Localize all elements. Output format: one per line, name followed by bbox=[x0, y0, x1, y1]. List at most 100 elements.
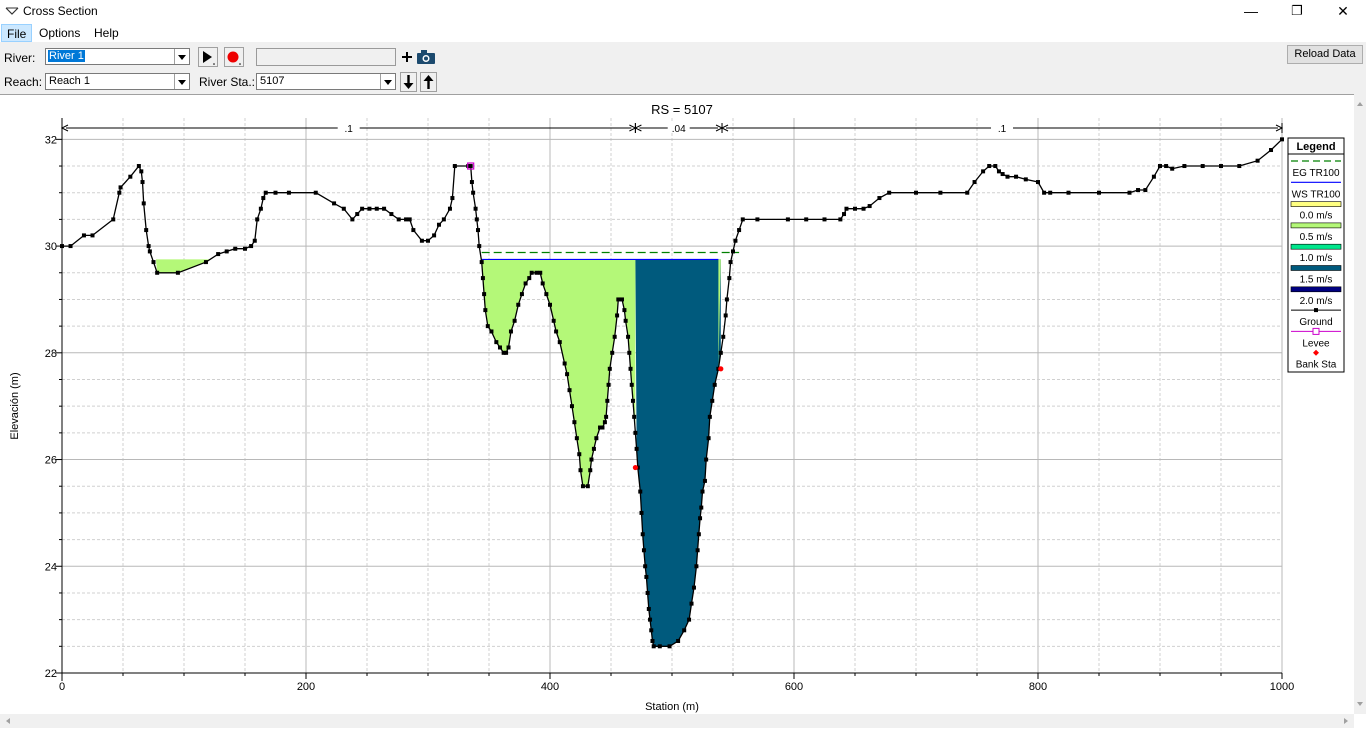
scroll-right-icon[interactable] bbox=[1344, 718, 1348, 724]
legend-swatch bbox=[1290, 286, 1342, 293]
ground-point bbox=[676, 638, 681, 643]
scroll-left-icon[interactable] bbox=[6, 718, 10, 724]
ground-point bbox=[667, 644, 672, 649]
ground-point bbox=[853, 206, 857, 211]
reach-select[interactable]: Reach 1 bbox=[45, 73, 190, 90]
record-button[interactable] bbox=[224, 47, 244, 67]
reload-data-button[interactable]: Reload Data bbox=[1287, 45, 1363, 64]
ground-point bbox=[529, 270, 534, 275]
ground-point bbox=[151, 260, 156, 265]
previous-station-button[interactable] bbox=[420, 72, 437, 92]
ground-point bbox=[252, 238, 257, 243]
ground-point bbox=[633, 430, 638, 435]
legend-label: 2.0 m/s bbox=[1300, 296, 1333, 307]
title-bar: Cross Section — ❐ ✕ bbox=[0, 0, 1366, 24]
menu-bar: File Options Help bbox=[0, 24, 1366, 42]
ground-point bbox=[1280, 137, 1284, 142]
add-camera-button[interactable] bbox=[401, 47, 437, 67]
legend-label: Ground bbox=[1299, 317, 1332, 328]
reach-label: Reach: bbox=[4, 75, 43, 89]
ground-point bbox=[482, 292, 487, 297]
ground-point bbox=[341, 206, 346, 211]
ground-point bbox=[544, 292, 549, 297]
ground-point bbox=[623, 318, 628, 323]
scroll-down-icon[interactable] bbox=[1357, 702, 1363, 706]
ground-point bbox=[650, 638, 655, 643]
ground-point bbox=[117, 190, 122, 195]
ground-point bbox=[728, 260, 733, 265]
ground-point bbox=[147, 249, 152, 254]
ground-point bbox=[118, 185, 123, 190]
ground-point bbox=[785, 217, 790, 222]
ground-point bbox=[355, 212, 360, 217]
river-station-select[interactable]: 5107 bbox=[256, 73, 396, 90]
add-camera-icon bbox=[402, 50, 435, 64]
ground-point bbox=[600, 425, 605, 430]
ground-point bbox=[512, 318, 517, 323]
ground-point bbox=[577, 452, 582, 457]
arrow-up-icon bbox=[423, 75, 434, 89]
chevron-down-icon[interactable] bbox=[174, 74, 189, 89]
ground-point bbox=[128, 174, 133, 179]
river-select[interactable]: River 1 bbox=[45, 48, 190, 65]
ground-point bbox=[1136, 188, 1141, 193]
ground-point bbox=[691, 585, 696, 590]
vertical-scrollbar[interactable] bbox=[1354, 94, 1366, 714]
scroll-up-icon[interactable] bbox=[1357, 102, 1363, 106]
minimize-button[interactable]: — bbox=[1228, 0, 1274, 24]
horizontal-scrollbar[interactable] bbox=[0, 714, 1354, 728]
legend-swatch bbox=[1290, 201, 1342, 207]
ground-point bbox=[60, 244, 64, 249]
profile-text-field[interactable] bbox=[256, 48, 396, 66]
ground-point bbox=[629, 382, 634, 387]
ground-point bbox=[616, 297, 621, 302]
chevron-down-icon[interactable] bbox=[380, 74, 395, 89]
ground-point bbox=[731, 249, 735, 254]
ground-point bbox=[707, 414, 712, 419]
chart-legend: Legend EG TR100 WS TR100 0.0 m/s 0.5 m/s 1.0 … bbox=[1287, 137, 1345, 373]
ground-point bbox=[702, 478, 707, 483]
ground-point bbox=[508, 329, 513, 334]
ground-point bbox=[1066, 190, 1071, 195]
ground-point bbox=[476, 228, 481, 233]
x-tick-label: 200 bbox=[297, 681, 315, 693]
ground-point bbox=[523, 281, 528, 286]
flow-area-fills bbox=[155, 259, 721, 647]
manning-n-label: .1 bbox=[345, 124, 354, 135]
ground-point bbox=[1182, 164, 1187, 169]
ground-point bbox=[822, 217, 827, 222]
ground-point bbox=[1151, 174, 1156, 179]
ground-point bbox=[699, 505, 704, 510]
ground-point bbox=[704, 457, 709, 462]
play-button[interactable] bbox=[198, 47, 218, 67]
menu-help[interactable]: Help bbox=[89, 24, 124, 42]
ground-point bbox=[249, 244, 254, 249]
ground-point bbox=[628, 366, 633, 371]
ground-point bbox=[867, 204, 872, 209]
ground-point bbox=[572, 420, 577, 425]
ground-point bbox=[497, 345, 502, 350]
ground-point bbox=[627, 350, 632, 355]
ground-point bbox=[90, 233, 95, 238]
ground-point bbox=[243, 246, 247, 251]
ground-point bbox=[203, 260, 208, 265]
ground-point bbox=[887, 190, 892, 195]
y-axis-title: Elevación (m) bbox=[9, 372, 21, 439]
menu-file[interactable]: File bbox=[1, 24, 33, 42]
ground-point bbox=[1255, 158, 1260, 163]
y-tick-label: 22 bbox=[45, 668, 57, 680]
y-tick-label: 30 bbox=[45, 241, 57, 253]
ground-point bbox=[144, 228, 149, 233]
menu-options[interactable]: Options bbox=[34, 24, 85, 42]
ground-point bbox=[687, 617, 692, 622]
chevron-down-icon[interactable] bbox=[174, 49, 189, 64]
next-station-button[interactable] bbox=[400, 72, 417, 92]
legend-levee-marker bbox=[1312, 327, 1320, 335]
close-button[interactable]: ✕ bbox=[1320, 0, 1366, 24]
ground-point bbox=[648, 617, 653, 622]
ground-point bbox=[139, 169, 144, 174]
ground-point bbox=[489, 329, 494, 334]
x-tick-label: 0 bbox=[59, 681, 65, 693]
ground-point bbox=[1237, 164, 1242, 169]
maximize-button[interactable]: ❐ bbox=[1274, 0, 1320, 24]
